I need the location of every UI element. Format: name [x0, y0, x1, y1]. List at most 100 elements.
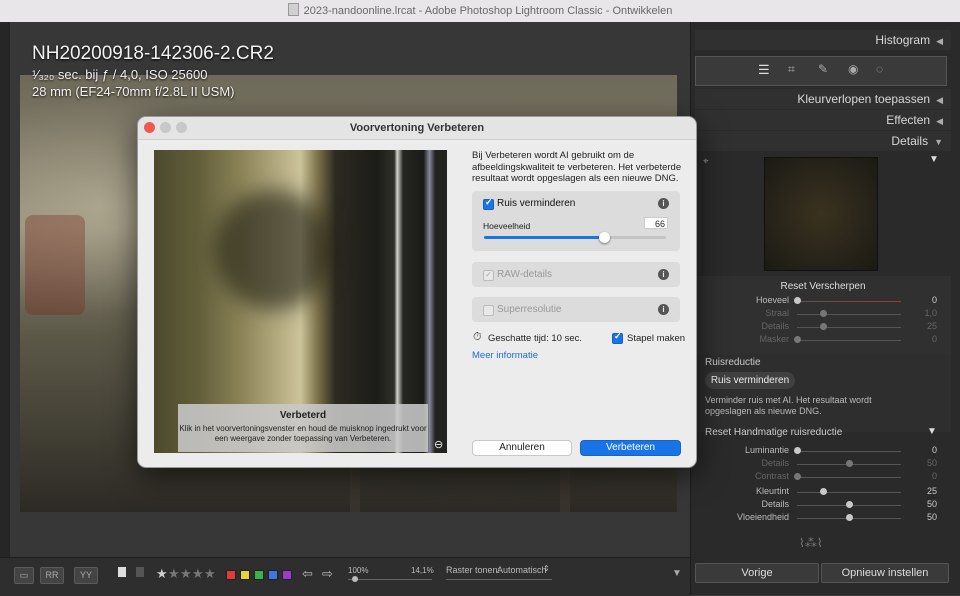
minimize-window-button[interactable] [160, 122, 171, 133]
before-after-split-icon[interactable]: YY [74, 567, 98, 584]
more-info-link[interactable]: Meer informatie [472, 350, 538, 361]
slider-value[interactable]: 25 [927, 321, 937, 331]
color-label-green[interactable] [254, 570, 264, 580]
slider-row[interactable]: Luminantie 0 [695, 445, 951, 458]
slider-track[interactable] [797, 451, 901, 452]
zoom-window-button[interactable] [176, 122, 187, 133]
previous-arrow-icon[interactable]: ⇦ [302, 566, 313, 582]
slider-value[interactable]: 50 [927, 512, 937, 522]
slider-value[interactable]: 0 [932, 334, 937, 344]
histogram-header[interactable]: Histogram ◀ [695, 30, 951, 50]
color-label-red[interactable] [226, 570, 236, 580]
raster-slider-track[interactable] [446, 579, 552, 580]
target-adjust-icon[interactable]: ⌖ [703, 156, 709, 167]
slider-knob[interactable] [794, 447, 801, 454]
dropdown-arrows-icon[interactable]: ⇕ [543, 564, 550, 573]
slider-row[interactable]: Kleurtint 25 [695, 486, 951, 499]
redeye-icon[interactable]: ◉ [848, 62, 858, 76]
before-after-icon[interactable]: RR [40, 567, 64, 584]
reset-button[interactable]: Opnieuw instellen [821, 563, 949, 583]
previous-button[interactable]: Vorige [695, 563, 819, 583]
close-window-button[interactable] [144, 122, 155, 133]
zoom-slider-track[interactable] [348, 579, 432, 580]
info-icon[interactable]: i [658, 269, 669, 280]
manual-noise-menu-icon[interactable]: ▼ [927, 426, 937, 437]
collapse-triangle-icon[interactable]: ◀ [936, 90, 943, 110]
slider-track[interactable] [797, 340, 901, 341]
cancel-button[interactable]: Annuleren [472, 440, 572, 456]
gradients-header[interactable]: Kleurverlopen toepassen ◀ [695, 89, 951, 109]
collapse-triangle-icon[interactable]: ◀ [936, 111, 943, 131]
manual-noise-reset-label[interactable]: Reset Handmatige ruisreductie [705, 427, 842, 438]
edit-sliders-icon[interactable]: ☰ [758, 62, 770, 78]
slider-track[interactable] [797, 477, 901, 478]
slider-row[interactable]: Details 25 [695, 321, 951, 334]
collapse-triangle-icon[interactable]: ◀ [936, 31, 943, 51]
slider-value[interactable]: 50 [927, 458, 937, 468]
masking-icon[interactable]: ◌ [876, 62, 883, 76]
slider-value[interactable]: 0 [932, 471, 937, 481]
crop-icon[interactable]: ⌗ [788, 62, 795, 77]
star-icon[interactable]: ★ [168, 566, 180, 582]
slider-knob[interactable] [820, 323, 827, 330]
slider-row[interactable]: Straal 1,0 [695, 308, 951, 321]
loupe-view-icon[interactable]: ▭ [14, 567, 34, 584]
slider-value[interactable]: 1,0 [924, 308, 937, 318]
star-icon[interactable]: ★ [156, 566, 168, 582]
slider-knob[interactable] [820, 310, 827, 317]
slider-row[interactable]: Details 50 [695, 499, 951, 512]
slider-row[interactable]: Details 50 [695, 458, 951, 471]
slider-track[interactable] [797, 301, 901, 302]
amount-input[interactable]: 66 [644, 217, 668, 229]
toolbar-menu-icon[interactable]: ▼ [672, 568, 682, 579]
slider-track[interactable] [797, 327, 901, 328]
info-icon[interactable]: i [658, 304, 669, 315]
collapse-triangle-icon[interactable]: ▼ [934, 132, 943, 152]
left-panel-collapsed[interactable] [0, 22, 10, 557]
zoom-preview-menu-icon[interactable]: ▼ [929, 154, 939, 165]
slider-row[interactable]: Contrast 0 [695, 471, 951, 484]
amount-slider-knob[interactable] [599, 232, 611, 243]
slider-row[interactable]: Hoeveel 0 [695, 295, 951, 308]
slider-value[interactable]: 25 [927, 486, 937, 496]
star-icon[interactable]: ★ [204, 566, 216, 582]
color-label-yellow[interactable] [240, 570, 250, 580]
slider-value[interactable]: 0 [932, 445, 937, 455]
slider-row[interactable]: Vloeiendheid 50 [695, 512, 951, 525]
denoise-button[interactable]: Ruis verminderen [705, 372, 795, 389]
next-arrow-icon[interactable]: ⇨ [322, 566, 333, 582]
slider-knob[interactable] [794, 336, 801, 343]
denoise-checkbox[interactable] [483, 197, 494, 210]
flag-icon[interactable] [118, 567, 126, 577]
healing-icon[interactable]: ✎ [818, 62, 828, 76]
slider-knob[interactable] [794, 473, 801, 480]
enhance-button[interactable]: Verbeteren [580, 440, 681, 456]
star-icon[interactable]: ★ [180, 566, 192, 582]
details-header[interactable]: Details ▼ [695, 131, 951, 151]
color-label-blue[interactable] [268, 570, 278, 580]
reject-flag-icon[interactable] [136, 567, 144, 577]
info-icon[interactable]: i [658, 198, 669, 209]
slider-knob[interactable] [820, 488, 827, 495]
slider-value[interactable]: 0 [932, 295, 937, 305]
slider-value[interactable]: 50 [927, 499, 937, 509]
raster-dropdown[interactable]: Automatisch [497, 565, 547, 575]
slider-track[interactable] [797, 314, 901, 315]
star-icon[interactable]: ★ [192, 566, 204, 582]
color-label-purple[interactable] [282, 570, 292, 580]
stack-checkbox[interactable] [612, 331, 623, 344]
slider-knob[interactable] [794, 297, 801, 304]
amount-slider-track[interactable] [484, 232, 666, 243]
zoom-slider-knob[interactable] [352, 576, 358, 582]
raw-details-checkbox[interactable]: ✓ [483, 270, 494, 281]
slider-row[interactable]: Masker 0 [695, 334, 951, 347]
effects-header[interactable]: Effecten ◀ [695, 110, 951, 130]
enhance-preview[interactable]: Verbeterd Klik in het voorvertoningsvens… [154, 150, 447, 453]
slider-track[interactable] [797, 492, 901, 493]
slider-knob[interactable] [846, 501, 853, 508]
slider-knob[interactable] [846, 460, 853, 467]
slider-knob[interactable] [846, 514, 853, 521]
detail-zoom-preview[interactable] [764, 157, 878, 271]
reset-sharpen-label[interactable]: Reset Verscherpen [695, 281, 951, 292]
superres-checkbox[interactable] [483, 305, 494, 316]
